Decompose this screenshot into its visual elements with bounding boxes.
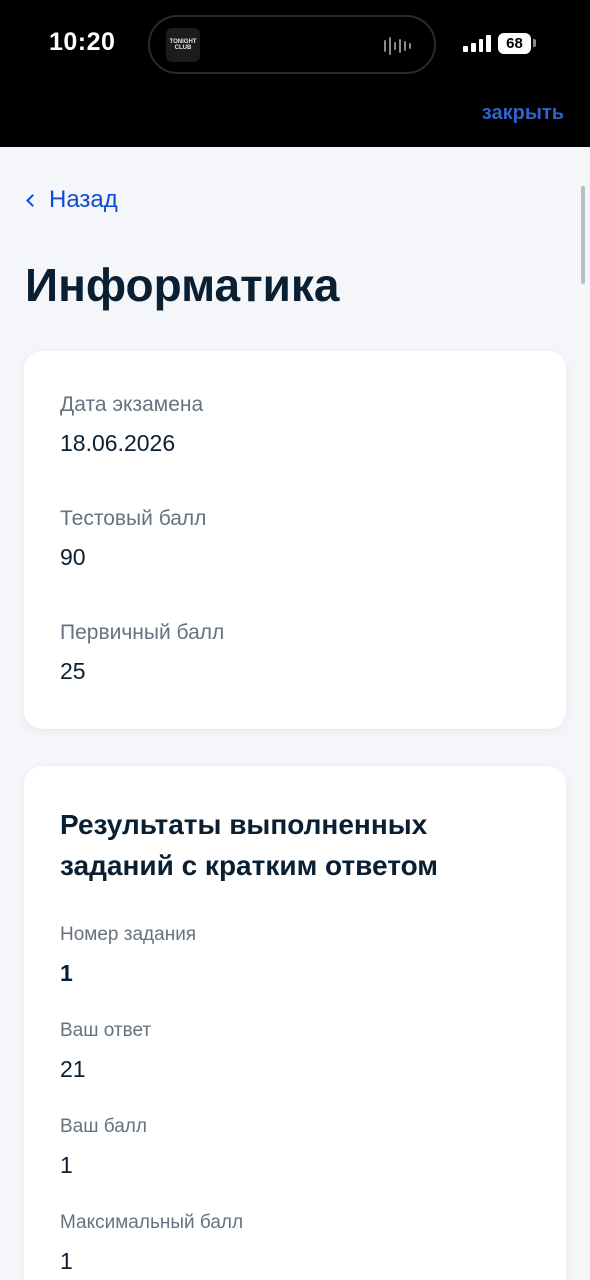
answer-field: Ваш ответ 21	[60, 1020, 151, 1083]
test-score-field: Тестовый балл 90	[60, 507, 206, 571]
max-score-value: 1	[60, 1248, 73, 1274]
answer-label: Ваш ответ	[60, 1020, 152, 1041]
task-number-field: Номер задания 1	[60, 924, 196, 987]
task-number-label: Номер задания	[60, 924, 197, 945]
back-link[interactable]: Назад	[24, 186, 118, 214]
dynamic-island[interactable]: TONIGHT CLUB	[148, 15, 436, 74]
results-card: Результаты выполненных заданий с кратким…	[24, 766, 566, 1280]
cellular-signal-icon	[463, 34, 491, 52]
primary-score-field: Первичный балл 25	[60, 621, 224, 685]
close-button[interactable]: закрыть	[482, 102, 564, 125]
exam-date-value: 18.06.2026	[60, 430, 176, 456]
now-playing-artwork: TONIGHT CLUB	[166, 28, 200, 62]
results-title: Результаты выполненных заданий с кратким…	[60, 809, 439, 881]
task-number-value: 1	[60, 960, 73, 986]
score-value: 1	[60, 1152, 73, 1178]
battery-icon: 68	[498, 33, 531, 54]
score-label: Ваш балл	[60, 1116, 147, 1137]
top-bar: 10:20 TONIGHT CLUB 68 закрыть	[0, 0, 590, 147]
exam-date-label: Дата экзамена	[60, 393, 204, 416]
primary-score-value: 25	[60, 658, 86, 684]
primary-score-label: Первичный балл	[60, 621, 225, 644]
back-label: Назад	[49, 186, 118, 213]
page-title: Информатика	[25, 259, 340, 311]
exam-summary-card: Дата экзамена 18.06.2026 Тестовый балл 9…	[24, 351, 566, 729]
chevron-left-icon	[26, 193, 39, 207]
test-score-value: 90	[60, 544, 86, 570]
status-time: 10:20	[49, 28, 116, 56]
max-score-label: Максимальный балл	[60, 1212, 244, 1233]
max-score-field: Максимальный балл 1	[60, 1212, 243, 1275]
exam-date-field: Дата экзамена 18.06.2026	[60, 393, 203, 457]
scrollbar[interactable]	[581, 186, 585, 284]
battery-tip	[533, 39, 536, 47]
audio-waveform-icon	[384, 37, 418, 55]
answer-value: 21	[60, 1056, 86, 1082]
test-score-label: Тестовый балл	[60, 507, 207, 530]
score-field: Ваш балл 1	[60, 1116, 147, 1179]
